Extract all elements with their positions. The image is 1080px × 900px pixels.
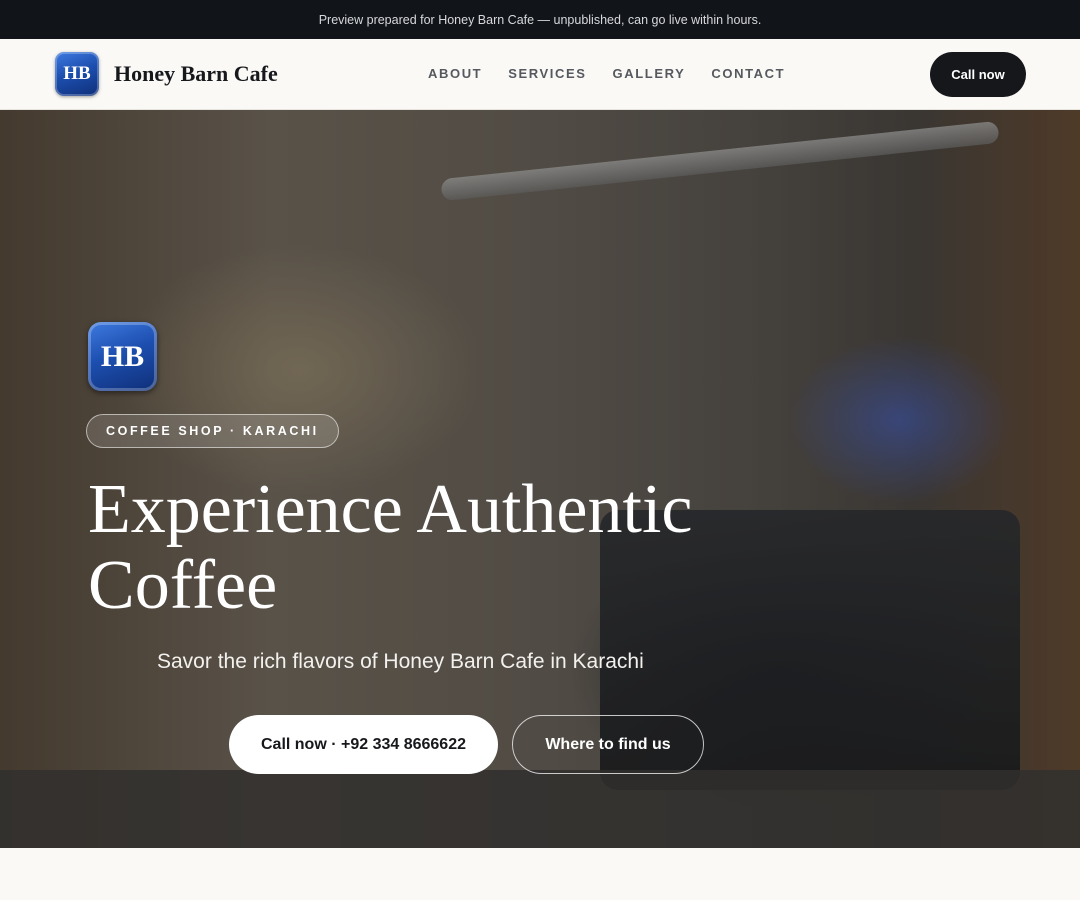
- main-nav: ABOUT SERVICES GALLERY CONTACT: [428, 66, 785, 81]
- hero-logo: HB: [88, 322, 157, 391]
- hero-call-button[interactable]: Call now · +92 334 8666622: [229, 715, 498, 774]
- nav-link-services[interactable]: SERVICES: [508, 66, 586, 81]
- brand-name[interactable]: Honey Barn Cafe: [114, 61, 278, 87]
- preview-notice-bar: Preview prepared for Honey Barn Cafe — u…: [0, 0, 1080, 39]
- nav-link-gallery[interactable]: GALLERY: [613, 66, 686, 81]
- category-tag: COFFEE SHOP · KARACHI: [86, 414, 339, 448]
- nav-link-contact[interactable]: CONTACT: [711, 66, 785, 81]
- hero-logo-initials: HB: [100, 339, 145, 373]
- preview-notice-text: Preview prepared for Honey Barn Cafe — u…: [318, 12, 762, 27]
- nav-link-about[interactable]: ABOUT: [428, 66, 482, 81]
- hero-section: HB COFFEE SHOP · KARACHI Experience Auth…: [0, 110, 1080, 848]
- brand-logo-initials: HB: [63, 63, 91, 84]
- site-header: HB Honey Barn Cafe ABOUT SERVICES GALLER…: [0, 39, 1080, 110]
- hero-location-button[interactable]: Where to find us: [512, 715, 704, 774]
- brand-logo[interactable]: HB: [55, 52, 99, 96]
- header-call-button[interactable]: Call now: [930, 52, 1026, 97]
- hero-subheadline: Savor the rich flavors of Honey Barn Caf…: [157, 650, 644, 673]
- hero-headline: Experience Authentic Coffee: [88, 471, 693, 624]
